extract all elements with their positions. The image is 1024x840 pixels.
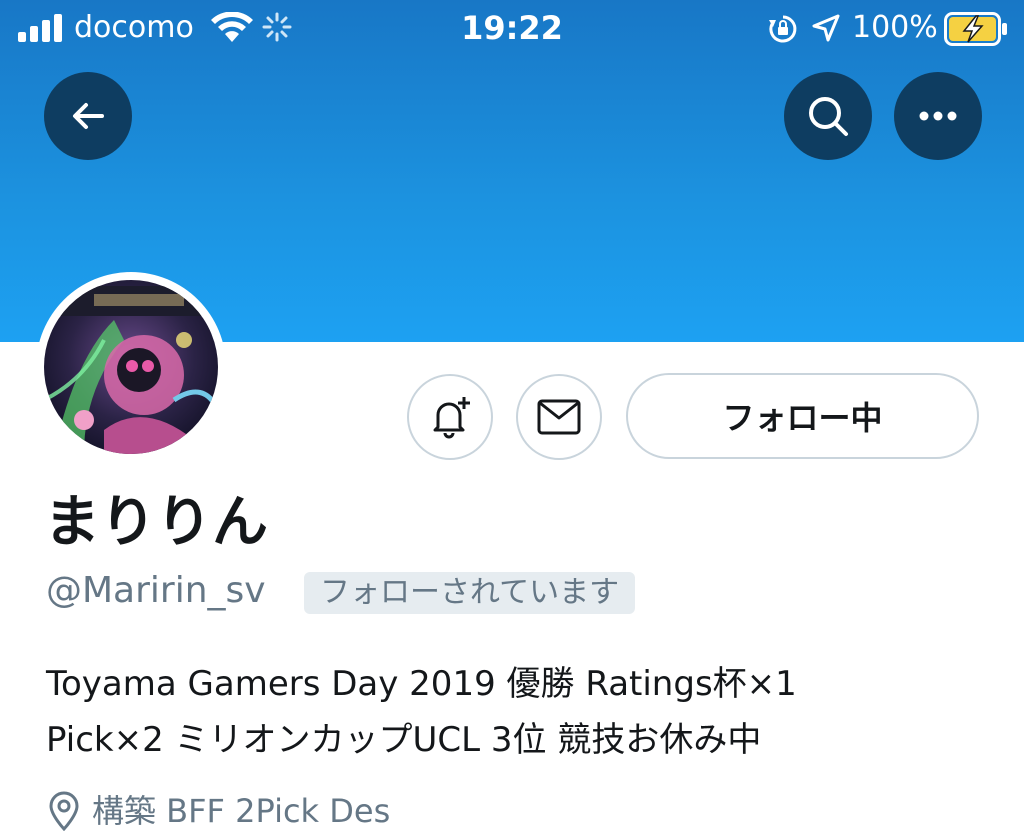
user-handle: @Maririn_sv	[46, 570, 266, 611]
battery-charging-icon	[944, 12, 1007, 46]
bell-plus-icon	[433, 397, 470, 439]
location-arrow-icon	[812, 14, 840, 42]
back-button[interactable]	[44, 72, 132, 160]
following-button[interactable]: フォロー中	[626, 373, 979, 459]
envelope-icon	[537, 399, 581, 435]
avatar-image	[43, 280, 221, 454]
status-bar: docomo 19:22 100%	[0, 0, 1024, 58]
battery-percent: 100%	[852, 10, 938, 45]
notifications-button[interactable]	[407, 374, 493, 460]
direct-message-button[interactable]	[516, 374, 602, 460]
more-options-button[interactable]	[894, 72, 982, 160]
profile-bio: Toyama Gamers Day 2019 優勝 Ratings杯×1 Pic…	[46, 656, 986, 768]
display-name: まりりん	[44, 490, 268, 555]
bio-line: Toyama Gamers Day 2019 優勝 Ratings杯×1	[46, 664, 797, 704]
more-dots-icon	[919, 111, 957, 121]
search-button[interactable]	[784, 72, 872, 160]
search-icon	[809, 97, 848, 136]
location-pin-icon	[49, 791, 79, 831]
back-arrow-icon	[73, 103, 104, 129]
rotation-lock-icon	[769, 15, 797, 43]
bio-line: Pick×2 ミリオンカップUCL 3位 競技お休み中	[46, 720, 762, 760]
follows-you-badge: フォローされています	[304, 572, 636, 614]
location-text: 構築 BFF 2Pick Des	[92, 792, 391, 830]
avatar[interactable]	[36, 272, 226, 462]
profile-location: 構築 BFF 2Pick Des	[48, 788, 390, 834]
